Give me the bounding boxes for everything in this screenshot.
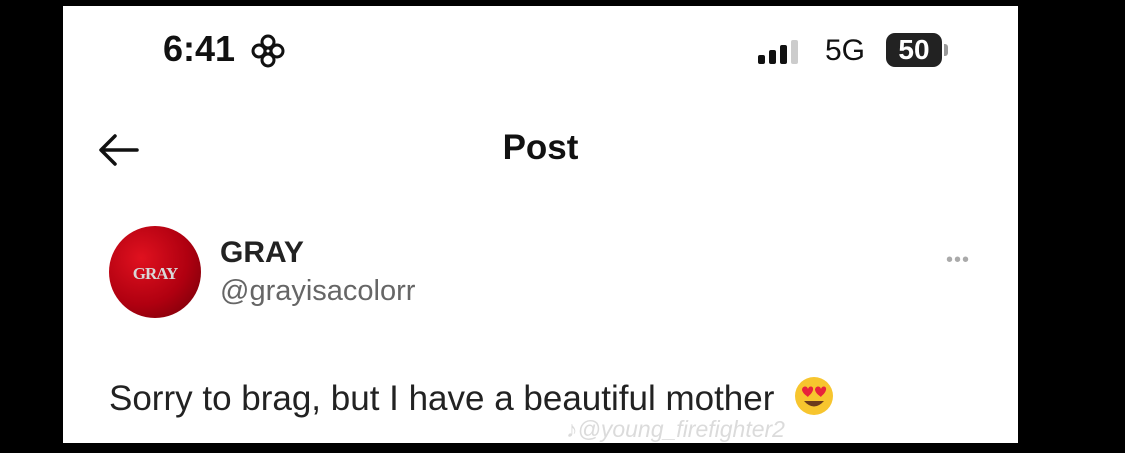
more-options-icon[interactable]: ••• bbox=[946, 249, 970, 272]
page-title: Post bbox=[502, 128, 579, 167]
post-text: Sorry to brag, but I have a beautiful mo… bbox=[109, 376, 834, 419]
avatar-logo-text: GRAY bbox=[132, 264, 179, 283]
phone-screen: 6:41 5G 50 Post GRAY GRAY @grayisacolorr… bbox=[63, 6, 1018, 443]
status-time: 6:41 bbox=[163, 28, 285, 70]
battery-tip bbox=[944, 44, 948, 56]
cellular-signal-icon bbox=[758, 40, 798, 64]
network-label: 5G bbox=[825, 34, 866, 67]
flower-focus-icon bbox=[251, 34, 285, 68]
avatar[interactable]: GRAY bbox=[109, 226, 201, 318]
battery-indicator: 50 bbox=[886, 33, 942, 67]
user-handle[interactable]: @grayisacolorr bbox=[220, 275, 415, 308]
display-name[interactable]: GRAY bbox=[220, 236, 304, 270]
heart-eyes-emoji-icon bbox=[795, 377, 834, 415]
time-text: 6:41 bbox=[163, 28, 236, 69]
watermark: ♪@young_firefighter2 bbox=[566, 416, 785, 442]
post-text-content: Sorry to brag, but I have a beautiful mo… bbox=[109, 379, 775, 418]
